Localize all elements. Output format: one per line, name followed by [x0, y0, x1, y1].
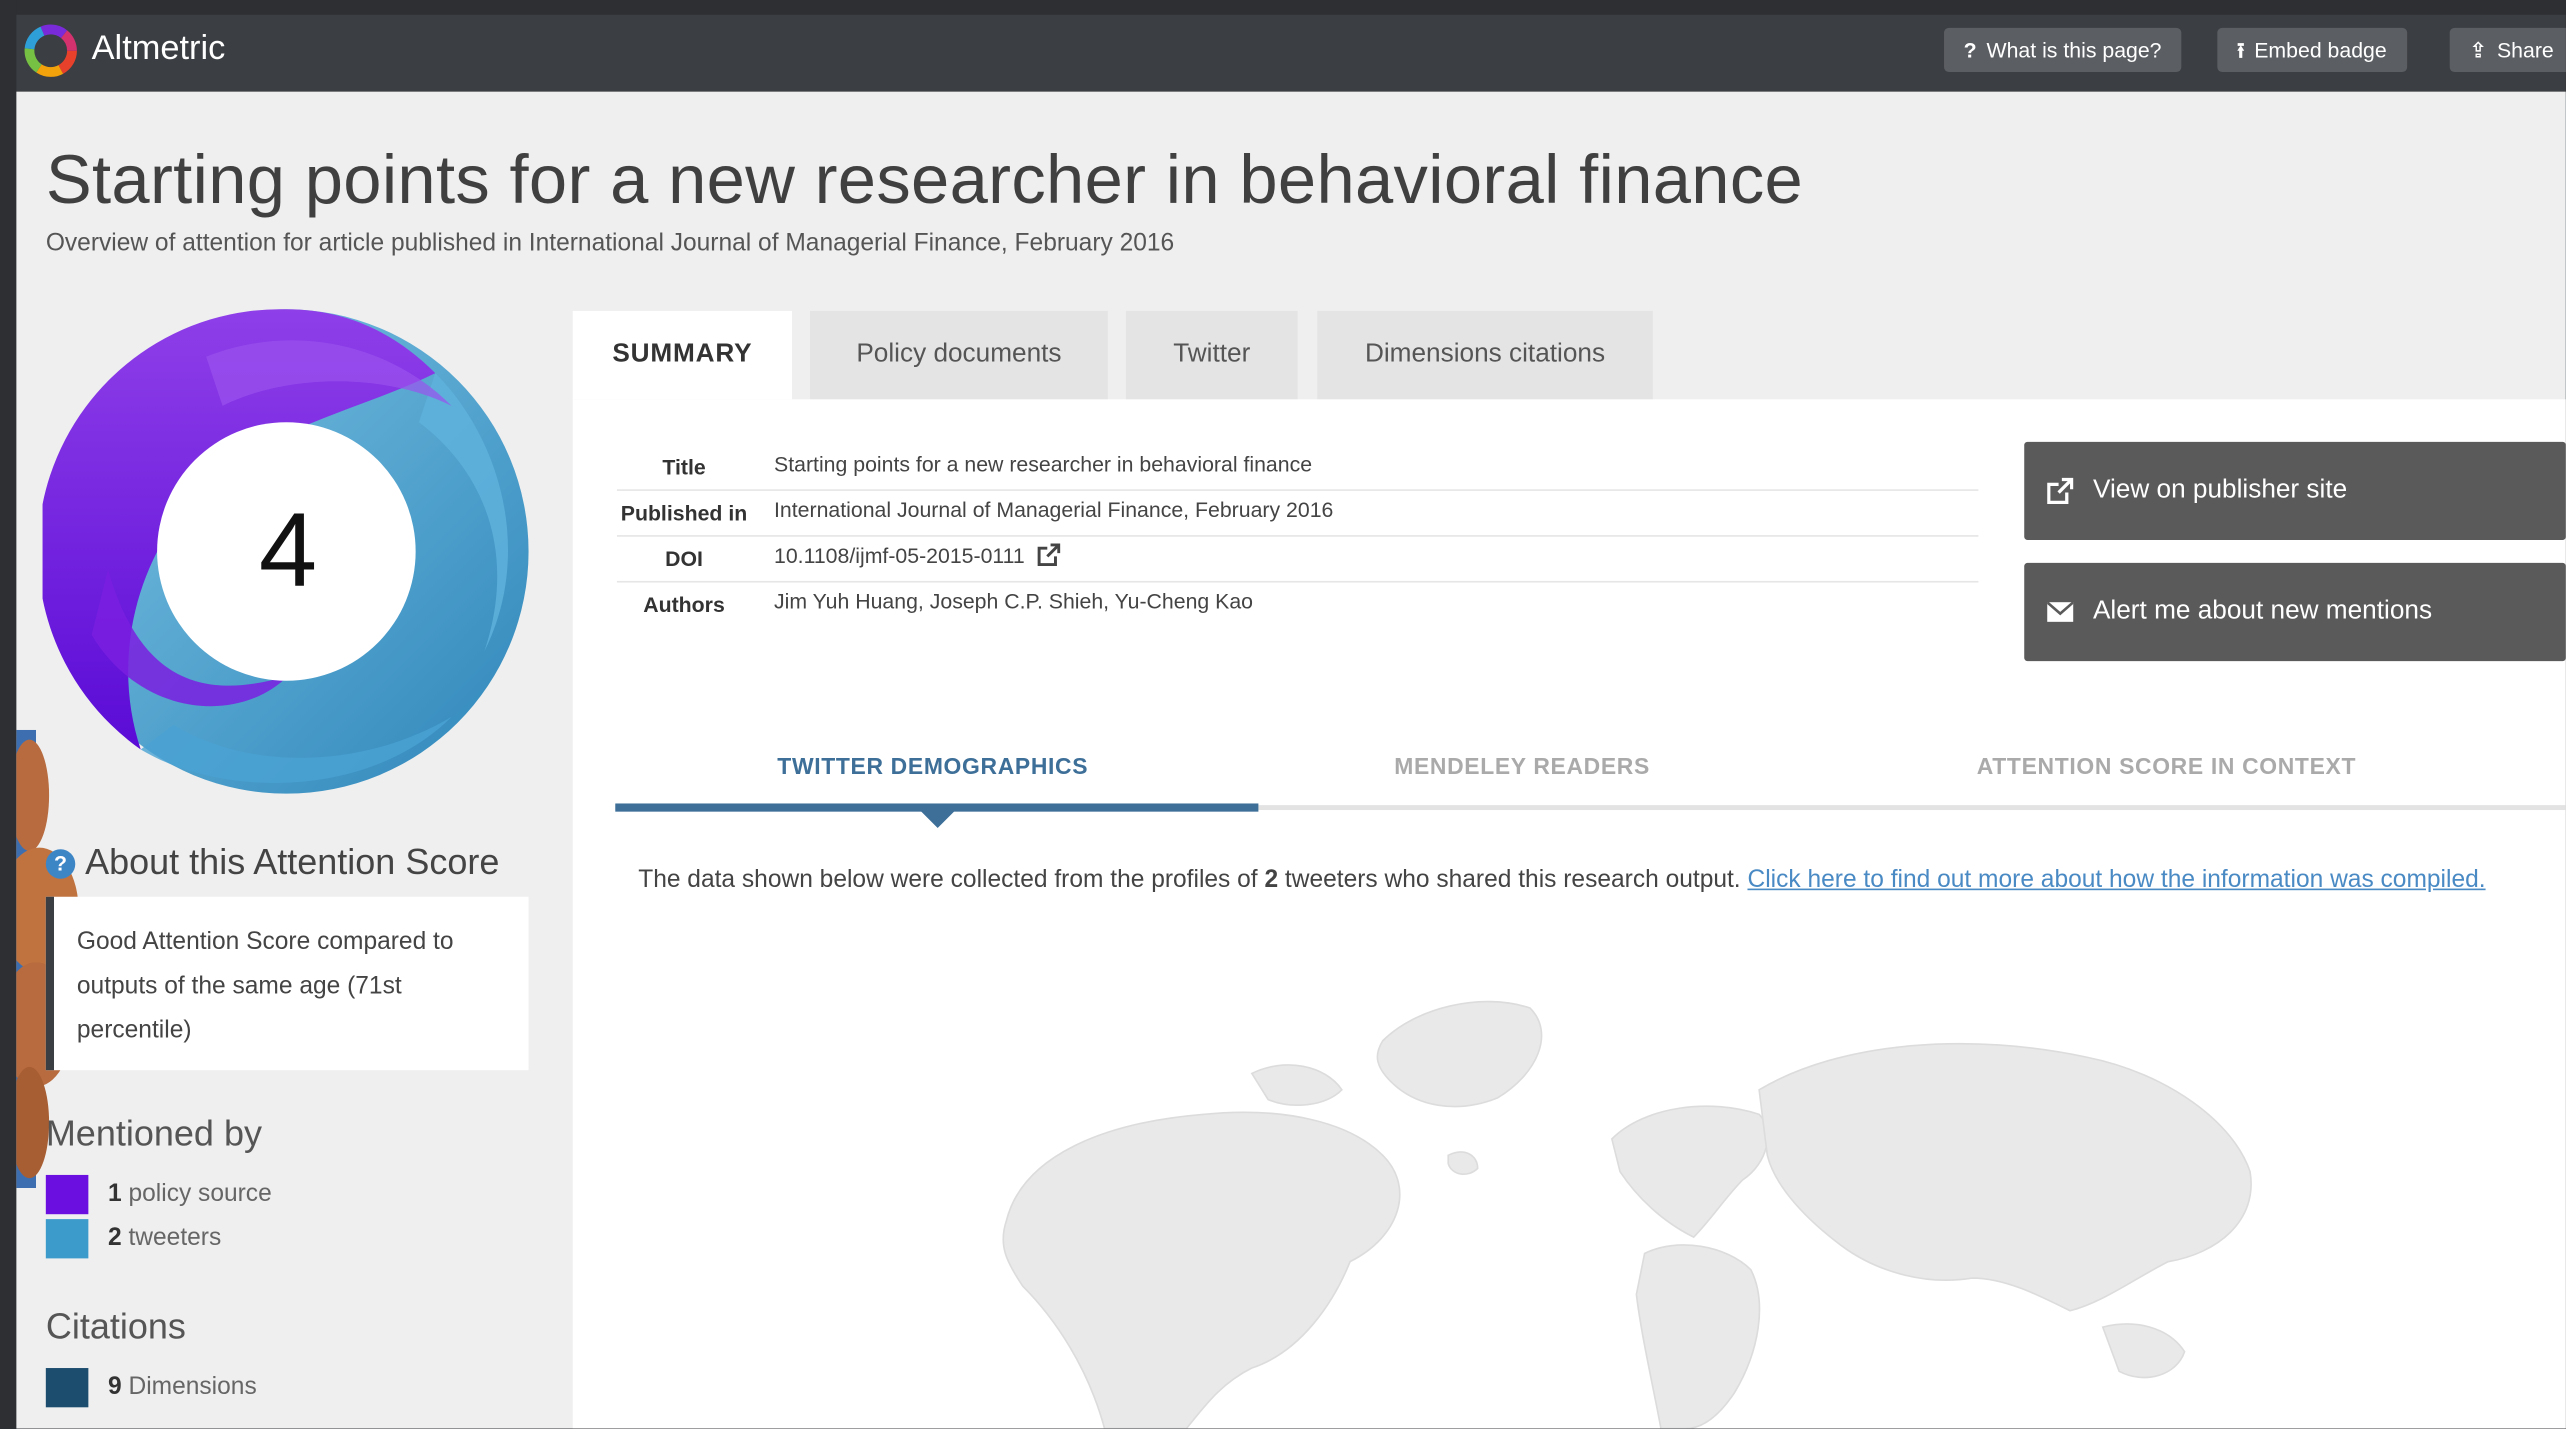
- share-icon: ⇪: [2469, 37, 2488, 63]
- main-content: Starting points for a new researcher in …: [16, 91, 2566, 1429]
- meta-doi-value[interactable]: 10.1108/ijmf-05-2015-0111: [774, 543, 1060, 568]
- meta-title-value: Starting points for a new researcher in …: [774, 451, 1313, 477]
- meta-title-row: Title Starting points for a new research…: [616, 445, 1979, 491]
- mention-twitter-row[interactable]: 2 tweeters: [45, 1219, 222, 1259]
- meta-authors-value: Jim Yuh Huang, Joseph C.P. Shieh, Yu-Che…: [774, 589, 1253, 614]
- mentioned-by-heading: Mentioned by: [45, 1112, 262, 1154]
- question-icon: ?: [1963, 37, 1977, 63]
- page-title: Starting points for a new researcher in …: [45, 140, 1804, 218]
- metadata-table: Title Starting points for a new research…: [616, 445, 1979, 627]
- tab-policy-documents[interactable]: Policy documents: [810, 310, 1108, 400]
- alert-mentions-label: Alert me about new mentions: [2092, 597, 2433, 626]
- subtab-caret-icon: [919, 810, 956, 829]
- policy-count: 1: [108, 1179, 122, 1208]
- share-label: Share: [2496, 37, 2554, 63]
- pin-icon: ⭱: [2236, 37, 2245, 63]
- subtab-twitter-demographics[interactable]: TWITTER DEMOGRAPHICS: [777, 753, 1088, 779]
- meta-authors-label: Authors: [643, 592, 725, 617]
- alert-mentions-button[interactable]: Alert me about new mentions: [2024, 562, 2566, 662]
- view-publisher-label: View on publisher site: [2092, 476, 2348, 505]
- external-link-icon: [2047, 477, 2074, 505]
- view-publisher-button[interactable]: View on publisher site: [2024, 441, 2566, 541]
- about-score-heading[interactable]: ? About this Attention Score: [45, 841, 500, 884]
- page-subtitle: Overview of attention for article publis…: [45, 229, 1175, 257]
- demographics-description: The data shown below were collected from…: [638, 857, 2536, 901]
- about-score-title: About this Attention Score: [85, 841, 500, 883]
- tweeter-count: 2: [1264, 865, 1279, 894]
- demographics-text-before: The data shown below were collected from…: [638, 865, 1265, 894]
- embed-badge-button[interactable]: ⭱ Embed badge: [2217, 27, 2407, 73]
- about-score-box: Good Attention Score compared to outputs…: [45, 896, 529, 1071]
- help-icon: ?: [45, 849, 76, 879]
- embed-badge-label: Embed badge: [2254, 37, 2387, 63]
- meta-published-row: Published in International Journal of Ma…: [616, 491, 1979, 537]
- window-frame-left: [0, 0, 17, 1429]
- tab-summary[interactable]: SUMMARY: [572, 310, 793, 400]
- info-compiled-link[interactable]: Click here to find out more about how th…: [1747, 866, 2485, 894]
- tab-dimensions-citations[interactable]: Dimensions citations: [1317, 310, 1653, 400]
- dimensions-count: 9: [108, 1372, 122, 1401]
- dimensions-swatch: [45, 1368, 89, 1408]
- meta-doi-label: DOI: [665, 546, 703, 572]
- altmetric-logo[interactable]: [23, 23, 79, 79]
- citations-heading: Citations: [45, 1305, 186, 1347]
- policy-label: policy source: [128, 1179, 272, 1208]
- meta-published-value: International Journal of Managerial Fina…: [774, 497, 1334, 523]
- world-map[interactable]: [957, 975, 2266, 1429]
- mention-policy-row[interactable]: 1 policy source: [45, 1174, 272, 1215]
- what-is-this-page-label: What is this page?: [1986, 37, 2162, 63]
- subtab-attention-context[interactable]: ATTENTION SCORE IN CONTEXT: [1977, 753, 2356, 779]
- meta-doi-row: DOI 10.1108/ijmf-05-2015-0111: [616, 537, 1979, 583]
- subtab-mendeley-readers[interactable]: MENDELEY READERS: [1394, 753, 1650, 779]
- meta-published-label: Published in: [620, 500, 748, 526]
- demographics-text-after: tweeters who shared this research output…: [1278, 865, 1748, 894]
- attention-score-value: 4: [258, 490, 318, 609]
- dimensions-label: Dimensions: [128, 1372, 257, 1401]
- policy-swatch: [45, 1174, 89, 1215]
- what-is-this-page-button[interactable]: ? What is this page?: [1944, 27, 2182, 73]
- meta-authors-row: Authors Jim Yuh Huang, Joseph C.P. Shieh…: [617, 583, 1978, 627]
- meta-title-label: Title: [662, 454, 706, 480]
- brand-name: Altmetric: [91, 29, 226, 68]
- tweeters-count: 2: [108, 1223, 122, 1252]
- share-button[interactable]: ⇪ Share: [2449, 27, 2566, 73]
- envelope-icon: [2047, 601, 2074, 622]
- citation-dimensions-row[interactable]: 9 Dimensions: [45, 1368, 257, 1408]
- external-link-icon[interactable]: [1037, 543, 1060, 567]
- tweeters-label: tweeters: [128, 1223, 222, 1252]
- window-frame: [0, 0, 2566, 15]
- twitter-swatch: [45, 1219, 89, 1259]
- tab-twitter[interactable]: Twitter: [1125, 310, 1298, 400]
- top-bar: Altmetric ? What is this page? ⭱ Embed bad…: [16, 14, 2566, 92]
- doi-link[interactable]: 10.1108/ijmf-05-2015-0111: [774, 543, 1025, 568]
